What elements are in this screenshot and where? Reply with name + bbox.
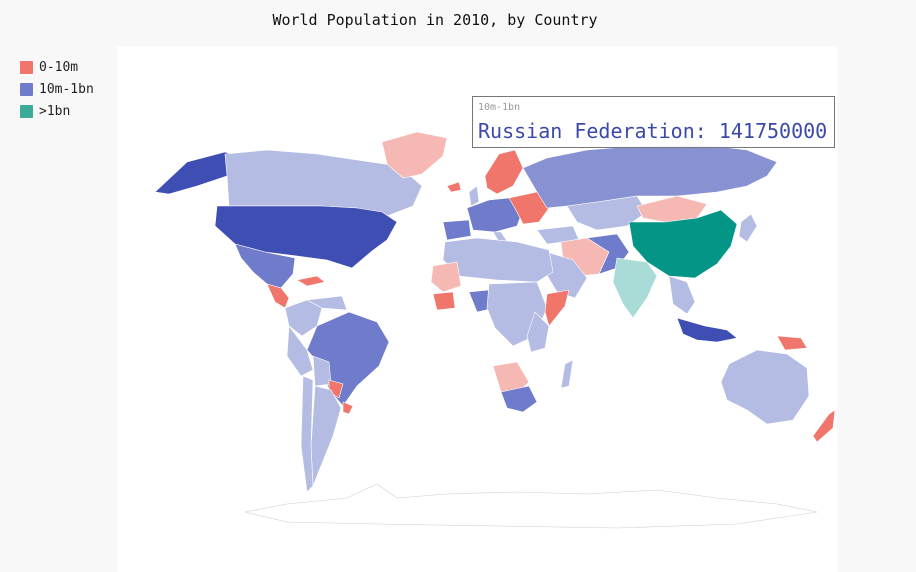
legend-swatch-small <box>20 60 33 74</box>
country-southeast-asia[interactable] <box>668 275 696 315</box>
map-tooltip: 10m-1bn Russian Federation: 141750000 <box>472 96 835 148</box>
country-papua-new-guinea[interactable] <box>776 335 808 351</box>
country-scandinavia[interactable] <box>484 149 524 195</box>
country-ghana[interactable] <box>432 291 456 311</box>
country-new-zealand[interactable] <box>812 409 836 443</box>
legend-swatch-mid <box>20 82 33 96</box>
country-madagascar[interactable] <box>560 359 574 389</box>
country-uruguay[interactable] <box>342 401 354 415</box>
legend-item-small[interactable]: 0-10m <box>20 56 94 78</box>
tooltip-series-label: 10m-1bn <box>478 102 521 113</box>
tooltip-value: Russian Federation: 141750000 <box>478 119 828 143</box>
legend-swatch-large <box>20 104 33 118</box>
country-central-america[interactable] <box>266 283 290 309</box>
country-cuba[interactable] <box>296 275 326 287</box>
legend-label-small: 0-10m <box>39 59 79 75</box>
legend-item-mid[interactable]: 10m-1bn <box>20 78 94 100</box>
country-antarctica <box>244 483 818 529</box>
country-iberia[interactable] <box>442 219 472 241</box>
country-australia[interactable] <box>720 349 810 425</box>
country-argentina[interactable] <box>310 385 342 487</box>
legend-item-large[interactable]: >1bn <box>20 100 94 122</box>
chart-root: World Population in 2010, by Country 0-1… <box>0 0 916 572</box>
country-russian-federation[interactable] <box>522 143 778 209</box>
chart-title: World Population in 2010, by Country <box>272 11 598 29</box>
legend-label-large: >1bn <box>39 103 71 119</box>
country-chile[interactable] <box>300 375 314 493</box>
country-west-africa[interactable] <box>430 261 462 293</box>
country-india[interactable] <box>612 257 658 319</box>
country-uk[interactable] <box>468 185 480 207</box>
legend: 0-10m 10m-1bn >1bn <box>20 56 94 122</box>
country-iceland[interactable] <box>446 181 462 193</box>
country-horn-of-africa[interactable] <box>544 289 570 327</box>
legend-label-mid: 10m-1bn <box>39 81 94 97</box>
country-indonesia[interactable] <box>676 317 738 343</box>
country-japan[interactable] <box>738 213 758 243</box>
